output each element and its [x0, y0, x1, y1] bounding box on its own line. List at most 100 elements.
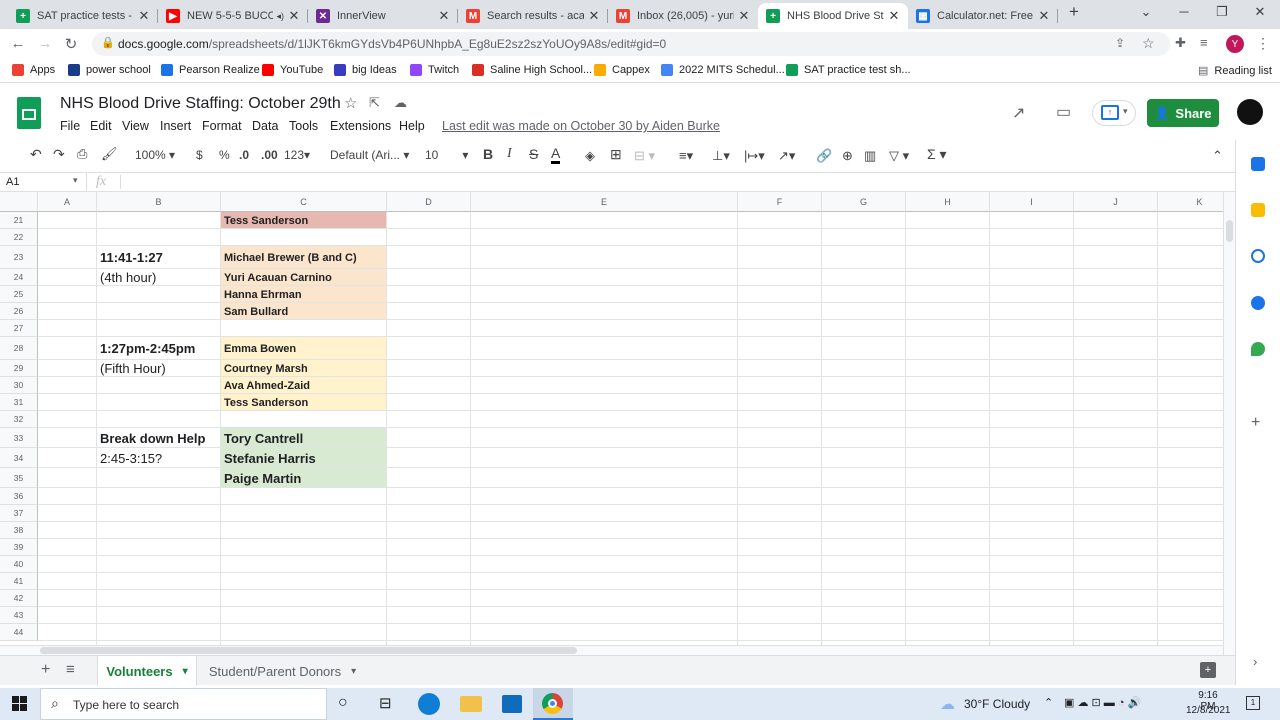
- vertical-align-icon[interactable]: ⊥▾: [712, 148, 730, 164]
- menu-help[interactable]: Help: [399, 119, 425, 133]
- column-header[interactable]: G: [822, 192, 906, 212]
- column-header[interactable]: I: [990, 192, 1074, 212]
- row-header[interactable]: 32: [0, 411, 38, 428]
- sheet-tab[interactable]: Volunteers ▾: [97, 656, 197, 686]
- bookmark-item[interactable]: power school: [68, 64, 151, 76]
- row-header[interactable]: 38: [0, 522, 38, 539]
- merge-cells-icon[interactable]: ⊟ ▾: [634, 148, 655, 164]
- move-icon[interactable]: ⇱: [369, 95, 380, 111]
- row-header[interactable]: 35: [0, 468, 38, 488]
- address-bar[interactable]: 🔒 docs.google.com/spreadsheets/d/1lJKT6k…: [92, 32, 1170, 56]
- browser-tab[interactable]: ▦ Calculator.net: Free O ✕: [908, 3, 1058, 29]
- sheets-logo-icon[interactable]: [17, 97, 41, 129]
- tray-icons[interactable]: ▣ ☁ ⊡ ▬ ◔ 🔊: [1064, 696, 1141, 709]
- bookmark-star-icon[interactable]: ☆: [1142, 35, 1155, 52]
- speaker-icon[interactable]: ◂): [276, 11, 284, 22]
- notifications-icon[interactable]: 1: [1246, 696, 1260, 710]
- row-header[interactable]: 30: [0, 377, 38, 394]
- row-header[interactable]: 39: [0, 539, 38, 556]
- bookmark-item[interactable]: SAT practice test sh...: [786, 64, 911, 76]
- minimize-icon[interactable]: ─: [1174, 4, 1194, 19]
- browser-tab[interactable]: + NHS Blood Drive Staff ✕: [758, 3, 908, 29]
- row-header[interactable]: 31: [0, 394, 38, 411]
- column-header[interactable]: J: [1074, 192, 1158, 212]
- zoom-select[interactable]: 100% ▾: [135, 148, 175, 162]
- browser-tab[interactable]: M Search results - acaua ✕: [458, 3, 608, 29]
- task-view-icon[interactable]: ⊟: [379, 694, 392, 712]
- last-edit-link[interactable]: Last edit was made on October 30 by Aide…: [442, 119, 720, 133]
- text-rotation-icon[interactable]: ↗▾: [778, 148, 795, 164]
- column-header[interactable]: K: [1158, 192, 1223, 212]
- row-header[interactable]: 24: [0, 269, 38, 286]
- close-tab-icon[interactable]: ✕: [1038, 8, 1050, 24]
- fill-color-icon[interactable]: ◈: [585, 148, 595, 164]
- cell-B23[interactable]: 11:41-1:27: [97, 246, 223, 269]
- browser-tab[interactable]: M Inbox (26,005) - yurica ✕: [608, 3, 758, 29]
- cell-C26[interactable]: Sam Bullard: [221, 303, 387, 320]
- browser-tab[interactable]: ▶ NEW 5-5-5 BUCC ◂) ✕: [158, 3, 308, 29]
- menu-view[interactable]: View: [122, 119, 149, 133]
- paint-format-icon[interactable]: 🖌: [101, 146, 118, 162]
- menu-edit[interactable]: Edit: [90, 119, 112, 133]
- cloud-status-icon[interactable]: ☁: [394, 95, 407, 111]
- cell-C34[interactable]: Stefanie Harris: [221, 448, 387, 468]
- cell-C28[interactable]: Emma Bowen: [221, 337, 387, 360]
- spreadsheet-grid[interactable]: A B C D E F G H I J K 21 22 23 24 25 26 27 28 29 30 31 32 33 34 3…: [0, 192, 1223, 645]
- sheet-tab[interactable]: Student/Parent Donors ▾: [200, 656, 365, 686]
- extensions-icon[interactable]: ✚: [1175, 35, 1186, 51]
- column-header[interactable]: A: [38, 192, 97, 212]
- row-header[interactable]: 42: [0, 590, 38, 607]
- increase-decimal-button[interactable]: .00: [261, 148, 278, 162]
- row-header[interactable]: 41: [0, 573, 38, 590]
- column-header[interactable]: C: [221, 192, 387, 212]
- cell-C25[interactable]: Hanna Ehrman: [221, 286, 387, 303]
- more-formats-select[interactable]: 123▾: [284, 148, 310, 162]
- horizontal-align-icon[interactable]: ≡▾: [679, 148, 693, 164]
- text-wrapping-icon[interactable]: |↦▾: [744, 148, 765, 164]
- bookmark-item[interactable]: big Ideas: [334, 64, 397, 76]
- taskbar-search[interactable]: ⌕ Type here to search: [40, 688, 327, 720]
- filter-icon[interactable]: ▽ ▾: [889, 148, 909, 164]
- star-icon[interactable]: ☆: [344, 94, 357, 112]
- present-button[interactable]: ↑ ▾: [1092, 100, 1136, 126]
- functions-icon[interactable]: Σ ▾: [927, 146, 947, 163]
- cell-B28[interactable]: 1:27pm-2:45pm: [97, 337, 223, 360]
- cell-B34[interactable]: 2:45-3:15?: [97, 448, 223, 468]
- menu-format[interactable]: Format: [202, 119, 242, 133]
- chrome-menu-icon[interactable]: ⋮: [1256, 35, 1270, 52]
- cell-C35[interactable]: Paige Martin: [221, 468, 387, 488]
- row-header[interactable]: 25: [0, 286, 38, 303]
- calendar-icon[interactable]: [1251, 157, 1265, 171]
- font-size-select[interactable]: 10 ▾: [425, 148, 468, 162]
- strikethrough-icon[interactable]: S: [529, 146, 538, 162]
- sheet-tab-menu-icon[interactable]: ▾: [351, 666, 356, 677]
- h-scrollbar-thumb[interactable]: [40, 647, 577, 654]
- cell-C30[interactable]: Ava Ahmed-Zaid: [221, 377, 387, 394]
- italic-icon[interactable]: I: [507, 146, 512, 162]
- name-box-dropdown-icon[interactable]: ▾: [73, 175, 78, 186]
- close-window-icon[interactable]: ✕: [1250, 4, 1270, 20]
- mail-icon[interactable]: [502, 695, 522, 713]
- tab-search-icon[interactable]: ⌄: [1136, 4, 1156, 20]
- undo-icon[interactable]: ↶: [30, 146, 42, 163]
- show-side-panel-icon[interactable]: ›: [1253, 654, 1257, 669]
- insert-chart-icon[interactable]: ▥: [864, 148, 876, 164]
- cell-B33[interactable]: Break down Help: [97, 428, 223, 448]
- maps-icon[interactable]: [1251, 342, 1265, 356]
- redo-icon[interactable]: ↷: [53, 146, 65, 163]
- forward-icon[interactable]: →: [36, 35, 54, 52]
- row-header[interactable]: 33: [0, 428, 38, 448]
- sheet-tab-menu-icon[interactable]: ▾: [183, 666, 188, 677]
- reading-list-button[interactable]: ▤ Reading list: [1198, 64, 1272, 78]
- profile-avatar[interactable]: Y: [1226, 35, 1244, 53]
- reload-icon[interactable]: ↻: [62, 35, 80, 53]
- row-header[interactable]: 36: [0, 488, 38, 505]
- vertical-scrollbar[interactable]: [1223, 192, 1235, 655]
- bookmark-item[interactable]: Saline High School...: [472, 64, 592, 76]
- close-tab-icon[interactable]: ✕: [738, 8, 750, 24]
- get-addons-icon[interactable]: +: [1251, 414, 1260, 432]
- row-header[interactable]: 37: [0, 505, 38, 522]
- menu-insert[interactable]: Insert: [160, 119, 191, 133]
- close-tab-icon[interactable]: ✕: [288, 8, 300, 24]
- close-tab-icon[interactable]: ✕: [138, 8, 150, 24]
